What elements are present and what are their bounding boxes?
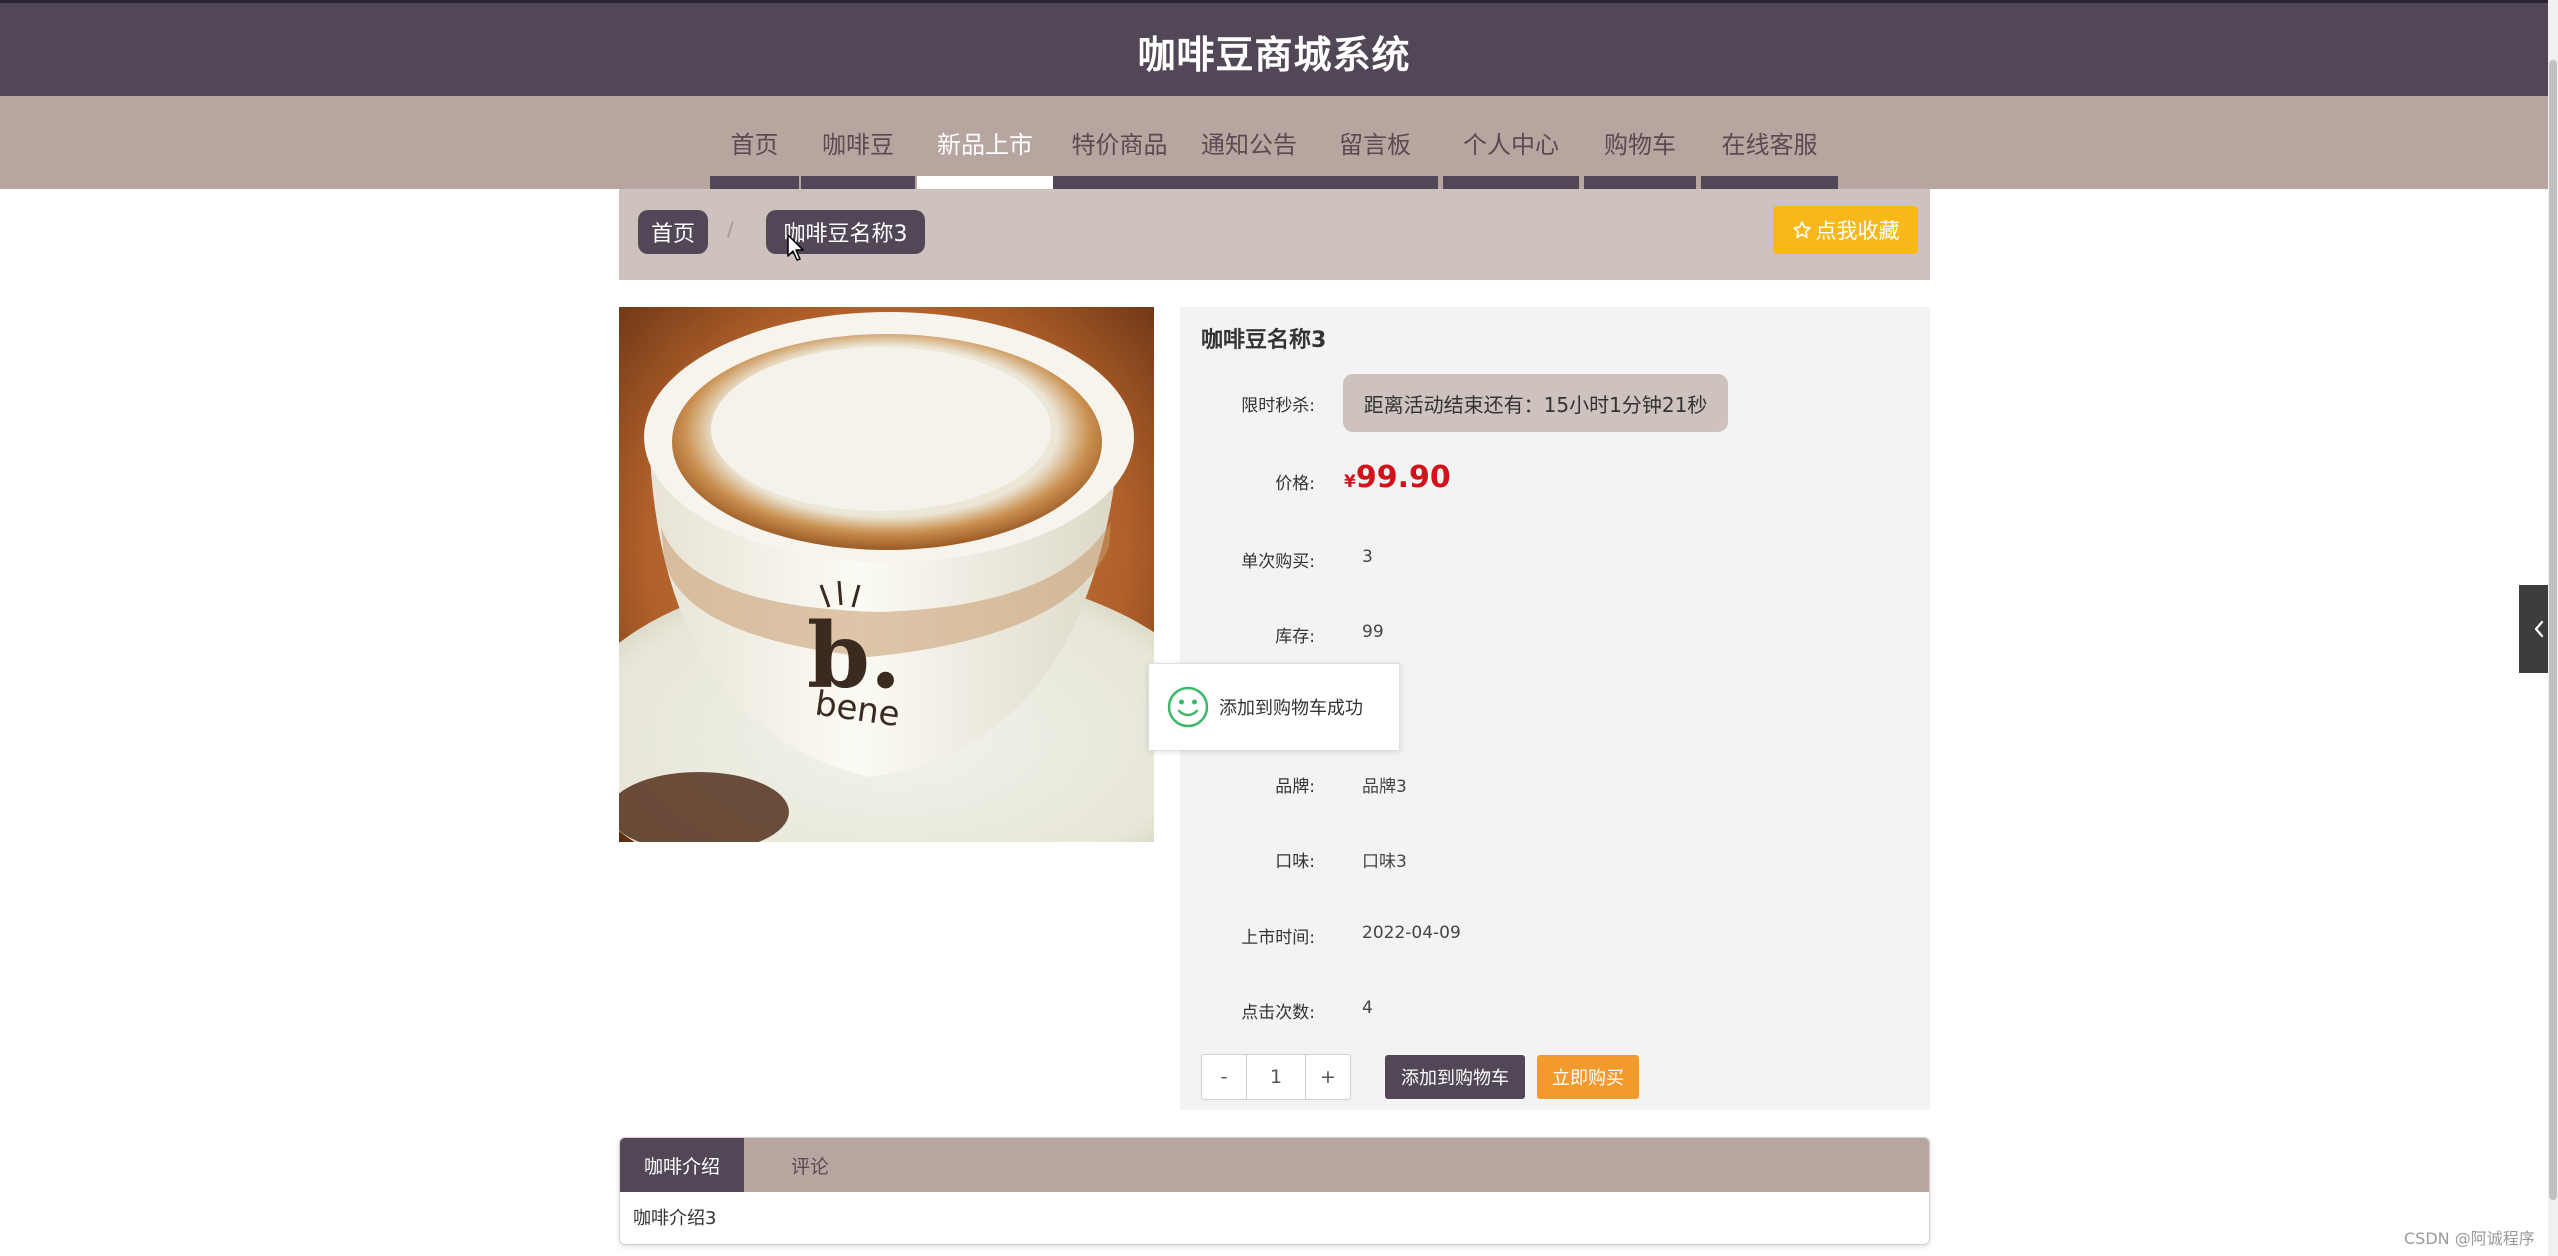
tab-content: 咖啡介绍3 xyxy=(633,1208,717,1229)
product-name: 咖啡豆名称3 xyxy=(1201,328,1327,353)
nav-item-home[interactable]: 首页 xyxy=(710,96,799,189)
nav-item-personal-center[interactable]: 个人中心 xyxy=(1443,96,1579,189)
quantity-increment-button[interactable]: + xyxy=(1305,1054,1351,1100)
quantity-input[interactable]: 1 xyxy=(1247,1054,1305,1100)
mouse-cursor-icon xyxy=(787,234,804,261)
tab-coffee-intro[interactable]: 咖啡介绍 xyxy=(620,1138,744,1192)
nav-item-label: 特价商品 xyxy=(1071,131,1168,159)
field-value: 3 xyxy=(1362,547,1373,567)
field-label: 品牌: xyxy=(1275,777,1315,797)
nav-item-message-board[interactable]: 留言板 xyxy=(1312,96,1438,189)
field-label: 单次购买: xyxy=(1241,552,1315,572)
field-value: 99 xyxy=(1362,622,1384,642)
site-title: 咖啡豆商城系统 xyxy=(1137,32,1411,77)
nav-item-label: 购物车 xyxy=(1604,131,1676,159)
favorite-label: 点我收藏 xyxy=(1815,219,1900,243)
nav-item-label: 通知公告 xyxy=(1201,131,1297,159)
flash-sale-countdown: 距离活动结束还有：15小时1分钟21秒 xyxy=(1343,374,1728,432)
nav-item-coffee-beans[interactable]: 咖啡豆 xyxy=(801,96,915,189)
chevron-left-icon xyxy=(2534,620,2543,638)
breadcrumb-separator: / xyxy=(727,217,734,241)
toast-notification: 添加到购物车成功 xyxy=(1148,663,1400,751)
nav-item-online-service[interactable]: 在线客服 xyxy=(1701,96,1838,189)
star-outline-icon xyxy=(1792,221,1811,239)
price-value: 99.90 xyxy=(1355,460,1451,495)
tab-comments[interactable]: 评论 xyxy=(744,1138,876,1192)
site-header: 咖啡豆商城系统 xyxy=(0,0,2548,99)
nav-item-label: 留言板 xyxy=(1339,131,1411,159)
nav-item-label: 个人中心 xyxy=(1463,131,1559,159)
nav-item-notices[interactable]: 通知公告 xyxy=(1186,96,1312,189)
add-to-cart-button[interactable]: 添加到购物车 xyxy=(1385,1055,1525,1099)
nav-item-cart[interactable]: 购物车 xyxy=(1584,96,1696,189)
nav-item-label: 在线客服 xyxy=(1721,131,1818,159)
buy-now-button[interactable]: 立即购买 xyxy=(1537,1055,1639,1099)
smile-icon xyxy=(1167,686,1209,728)
product-image: b. bene xyxy=(619,307,1154,842)
breadcrumb: 首页 / 咖啡豆名称3 点我收藏 xyxy=(619,189,1930,280)
quantity-decrement-button[interactable]: - xyxy=(1201,1054,1247,1100)
breadcrumb-home[interactable]: 首页 xyxy=(638,210,708,254)
product-price: ¥99.90 xyxy=(1344,460,1451,495)
nav-item-special-offers[interactable]: 特价商品 xyxy=(1053,96,1186,189)
nav-item-label: 新品上市 xyxy=(937,131,1033,159)
quantity-stepper: - 1 + xyxy=(1201,1054,1351,1100)
field-value: 4 xyxy=(1362,998,1373,1018)
favorite-button[interactable]: 点我收藏 xyxy=(1773,206,1918,254)
flash-sale-label: 限时秒杀: xyxy=(1241,396,1315,416)
coffee-cup-image: b. bene xyxy=(619,307,1154,842)
field-value: 品牌3 xyxy=(1362,777,1407,797)
page-scrollbar[interactable] xyxy=(2548,0,2558,1256)
currency-symbol: ¥ xyxy=(1344,472,1356,492)
field-label: 口味: xyxy=(1275,852,1315,872)
toast-message: 添加到购物车成功 xyxy=(1219,698,1363,719)
field-value: 2022-04-09 xyxy=(1362,923,1461,943)
price-label: 价格: xyxy=(1275,474,1315,494)
nav-item-new-arrivals[interactable]: 新品上市 xyxy=(917,96,1053,189)
field-value: 口味3 xyxy=(1362,852,1407,872)
main-nav: 首页 咖啡豆 新品上市 特价商品 通知公告 留言板 个人中心 购物车 在线客服 xyxy=(0,96,2548,189)
detail-tabs: 咖啡介绍 评论 咖啡介绍3 xyxy=(619,1137,1930,1245)
watermark: CSDN @阿诚程序 xyxy=(2404,1229,2535,1248)
field-label: 点击次数: xyxy=(1241,1003,1315,1023)
nav-item-label: 咖啡豆 xyxy=(822,131,894,159)
field-label: 上市时间: xyxy=(1241,928,1315,948)
scrollbar-thumb[interactable] xyxy=(2549,60,2557,1200)
field-label: 库存: xyxy=(1275,627,1315,647)
nav-item-label: 首页 xyxy=(730,131,779,159)
